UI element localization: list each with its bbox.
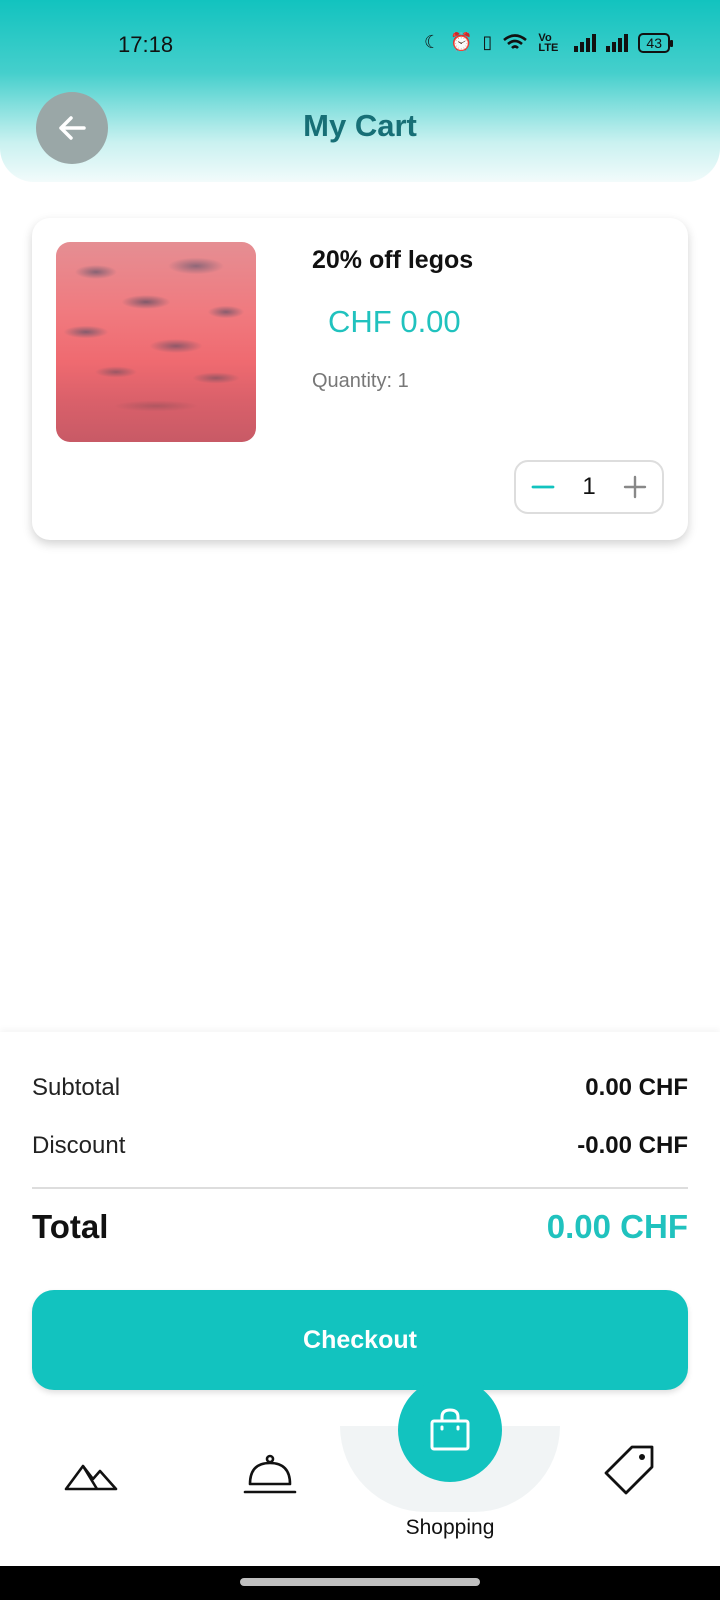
discount-label: Discount (32, 1132, 126, 1159)
subtotal-label: Subtotal (32, 1074, 121, 1101)
total-label: Total (32, 1208, 109, 1245)
decrement-button[interactable] (526, 470, 560, 504)
item-price: CHF 0.00 (328, 304, 461, 339)
tag-icon (604, 1445, 654, 1495)
signal-icon (574, 33, 597, 52)
nav-item-offers[interactable] (600, 1440, 660, 1500)
increment-button[interactable] (618, 470, 652, 504)
status-bar: 17:18 ☾ ⏰ ▯ Vo LTE 43 (0, 26, 720, 66)
signal-icon (606, 33, 629, 52)
checkout-button[interactable]: Checkout (32, 1290, 688, 1390)
mountain-icon (64, 1464, 118, 1491)
total-row: Total 0.00 CHF (32, 1208, 688, 1246)
header: 17:18 ☾ ⏰ ▯ Vo LTE 43 My Cart (0, 0, 720, 182)
alarm-icon: ⏰ (450, 32, 473, 52)
product-image (56, 242, 256, 442)
subtotal-row: Subtotal 0.00 CHF (32, 1074, 688, 1102)
vibrate-icon: ▯ (482, 32, 493, 52)
nav-item-explore[interactable] (58, 1450, 124, 1500)
wifi-icon (503, 33, 528, 49)
nav-label-shopping: Shopping (405, 1516, 495, 1539)
shopping-bag-icon (430, 1408, 470, 1451)
discount-row: Discount -0.00 CHF (32, 1132, 688, 1160)
plus-icon (623, 475, 647, 499)
total-value: 0.00 CHF (546, 1208, 688, 1245)
home-indicator[interactable] (240, 1578, 480, 1586)
nav-item-services[interactable] (240, 1446, 300, 1502)
nav-item-shopping[interactable] (398, 1378, 502, 1482)
status-time: 17:18 (118, 32, 174, 57)
item-name: 20% off legos (312, 246, 474, 274)
page-title: My Cart (303, 108, 417, 143)
status-icons: ☾ ⏰ ▯ Vo LTE 43 (423, 31, 673, 54)
moon-icon: ☾ (423, 32, 441, 52)
service-bell-icon (243, 1454, 297, 1494)
system-nav-bar (0, 1566, 720, 1600)
cart-screen: 17:18 ☾ ⏰ ▯ Vo LTE 43 My Cart 20% off le… (0, 0, 720, 1600)
minus-icon (531, 485, 555, 489)
volte-icon: Vo LTE (538, 31, 559, 54)
quantity-stepper: 1 (514, 460, 664, 514)
quantity-value: 1 (582, 473, 596, 500)
cart-item-card: 20% off legos CHF 0.00 Quantity: 1 1 (32, 218, 688, 540)
item-quantity-label: Quantity: 1 (312, 370, 409, 392)
subtotal-value: 0.00 CHF (585, 1074, 688, 1101)
discount-value: -0.00 CHF (577, 1132, 688, 1159)
divider (32, 1187, 688, 1189)
battery-icon: 43 (638, 32, 673, 53)
bottom-nav (0, 1410, 720, 1566)
